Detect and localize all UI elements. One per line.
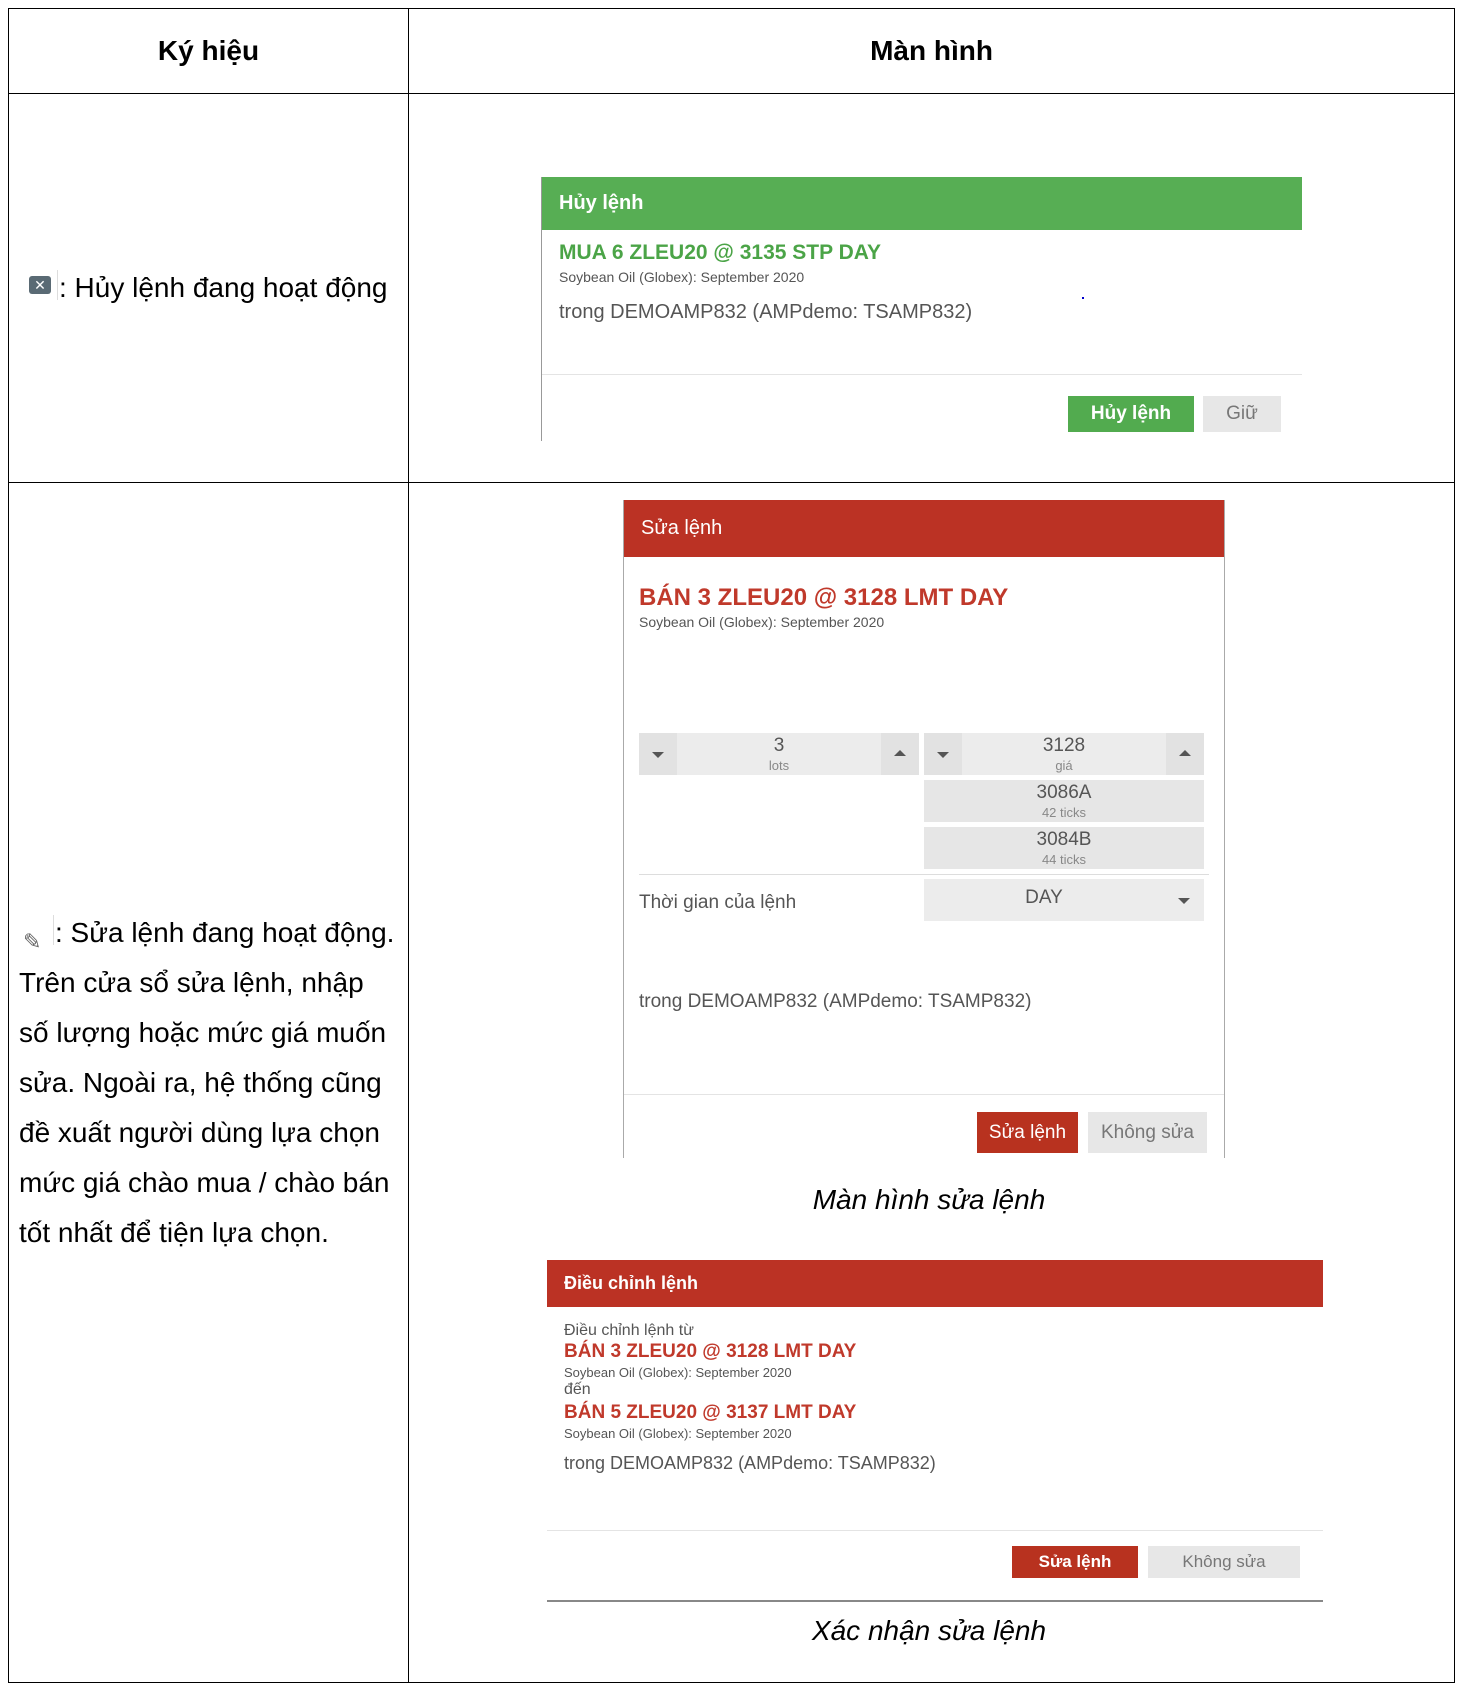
new-order: BÁN 5 ZLEU20 @ 3137 LMT DAY (564, 1402, 857, 1423)
decrement-button[interactable] (639, 733, 677, 775)
order-summary: MUA 6 ZLEU20 @ 3135 STP DAY (559, 241, 881, 264)
row-divider (9, 482, 1454, 483)
dialog-title: Điều chỉnh lệnh (547, 1260, 1323, 1307)
original-order: BÁN 3 ZLEU20 @ 3128 LMT DAY (564, 1341, 857, 1362)
instruction-table: Ký hiệu Màn hình ✕ : Hủy lệnh đang hoạt … (8, 8, 1455, 1683)
quantity-unit: lots (768, 758, 790, 773)
header-divider (9, 93, 1454, 94)
confirm-modify-button[interactable]: Sửa lệnh (1012, 1546, 1138, 1578)
quantity-value: 3 (773, 735, 785, 756)
account-info: trong DEMOAMP832 (AMPdemo: TSAMP832) (559, 301, 973, 323)
price-suggestion[interactable]: 3086A 42 ticks (924, 780, 1204, 822)
edit-order-dialog: Sửa lệnh BÁN 3 ZLEU20 @ 3128 LMT DAY Soy… (623, 500, 1225, 1158)
column-divider (408, 9, 409, 1682)
quantity-stepper[interactable]: 3 lots (639, 733, 919, 775)
price-stepper[interactable]: 3128 giá (924, 733, 1204, 775)
confirm-screen-caption: Xác nhận sửa lệnh (811, 1615, 1047, 1646)
account-info: trong DEMOAMP832 (AMPdemo: TSAMP832) (564, 1453, 936, 1473)
column-header-symbol: Ký hiệu (157, 35, 260, 66)
time-in-force-select[interactable]: DAY (924, 879, 1204, 921)
original-contract: Soybean Oil (Globex): September 2020 (564, 1365, 792, 1380)
price-value: 3128 (1042, 735, 1086, 756)
contract-name: Soybean Oil (Globex): September 2020 (639, 614, 885, 630)
price-suggestion[interactable]: 3084B 44 ticks (924, 827, 1204, 869)
pencil-icon: ✎ (19, 915, 55, 954)
confirm-edit-button[interactable]: Sửa lệnh (977, 1112, 1078, 1153)
column-header-screen: Màn hình (870, 35, 993, 66)
cancel-x-icon: ✕ (19, 270, 59, 300)
chevron-down-icon (1178, 898, 1190, 904)
cancel-order-dialog: Hủy lệnh MUA 6 ZLEU20 @ 3135 STP DAY Soy… (541, 177, 1302, 441)
contract-name: Soybean Oil (Globex): September 2020 (559, 269, 805, 285)
confirm-cancel-button[interactable]: Hủy lệnh (1068, 396, 1194, 432)
cancel-description: ✕ : Hủy lệnh đang hoạt động (19, 263, 387, 313)
modify-to-label: đến (564, 1381, 591, 1398)
modify-order-confirm-dialog: Điều chỉnh lệnh Điều chỉnh lệnh từ BÁN 3… (547, 1260, 1323, 1602)
increment-button[interactable] (881, 733, 919, 775)
edit-description: ✎: Sửa lệnh đang hoạt động. Trên cửa sổ … (19, 915, 395, 1248)
time-in-force-label: Thời gian của lệnh (639, 892, 797, 913)
dialog-title: Hủy lệnh (542, 177, 1302, 230)
increment-button[interactable] (1166, 733, 1204, 775)
decrement-button[interactable] (924, 733, 962, 775)
modify-from-label: Điều chỉnh lệnh từ (564, 1322, 694, 1339)
edit-screen-caption: Màn hình sửa lệnh (812, 1184, 1046, 1215)
dialog-title: Sửa lệnh (624, 500, 1224, 557)
account-info: trong DEMOAMP832 (AMPdemo: TSAMP832) (639, 991, 1032, 1012)
cancel-modify-button[interactable]: Không sửa (1148, 1546, 1300, 1578)
new-contract: Soybean Oil (Globex): September 2020 (564, 1426, 792, 1441)
price-unit: giá (1055, 758, 1073, 773)
keep-order-button[interactable]: Giữ (1203, 396, 1281, 432)
cancel-edit-button[interactable]: Không sửa (1088, 1112, 1207, 1153)
order-summary: BÁN 3 ZLEU20 @ 3128 LMT DAY (639, 584, 1009, 611)
